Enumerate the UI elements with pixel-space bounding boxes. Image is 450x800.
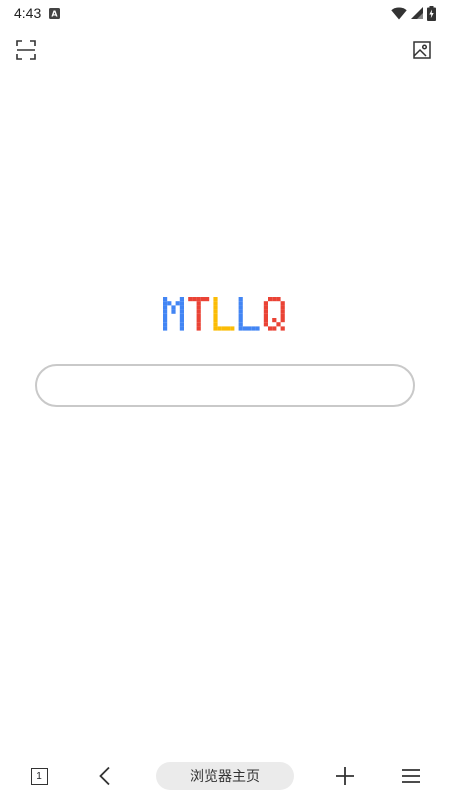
- wifi-icon: [391, 7, 407, 20]
- logo-letter-l: [213, 297, 235, 331]
- status-bar: 4:43 A: [0, 0, 450, 26]
- menu-icon[interactable]: [396, 761, 426, 791]
- logo: [163, 297, 289, 338]
- tab-count: 1: [30, 767, 48, 785]
- home-button[interactable]: 浏览器主页: [156, 762, 294, 790]
- svg-text:A: A: [52, 9, 59, 18]
- status-time: 4:43: [14, 5, 42, 21]
- logo-letter-m: [163, 297, 184, 331]
- back-chevron-icon[interactable]: [90, 761, 120, 791]
- image-icon[interactable]: [411, 39, 433, 61]
- logo-letter-l: [238, 297, 260, 331]
- bottom-bar: 1 浏览器主页: [0, 758, 450, 800]
- scan-icon[interactable]: [15, 39, 37, 61]
- plus-icon[interactable]: [330, 761, 360, 791]
- a-notification-icon: A: [49, 7, 61, 19]
- logo-letter-q: [263, 297, 285, 331]
- search-input[interactable]: [35, 364, 415, 407]
- tabs-button[interactable]: 1: [24, 761, 54, 791]
- cell-signal-icon: [411, 7, 423, 19]
- battery-charging-icon: [427, 5, 436, 21]
- logo-letter-t: [188, 297, 210, 331]
